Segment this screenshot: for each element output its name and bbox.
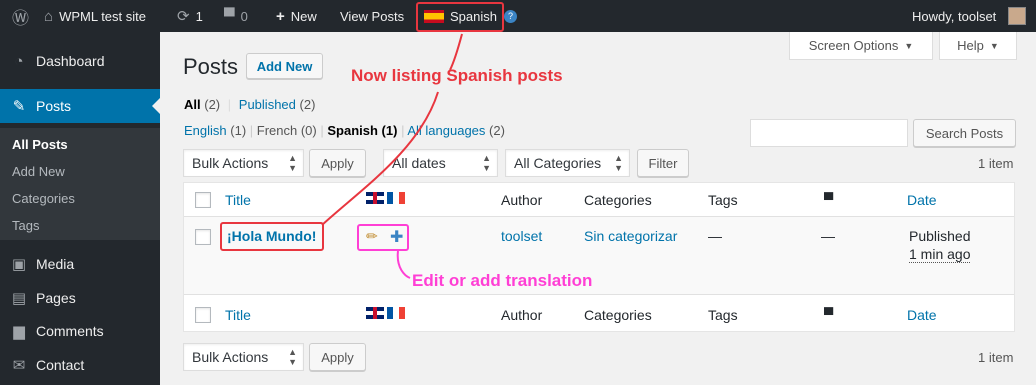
avatar — [1008, 7, 1027, 25]
lang-english[interactable]: English — [184, 123, 227, 138]
wpml-help-icon[interactable]: ? — [504, 0, 517, 32]
comments-value: — — [821, 228, 835, 244]
sidebar-item-posts[interactable]: ✎ Posts — [0, 89, 160, 123]
apply-button[interactable]: Apply — [309, 149, 366, 177]
post-date: 1 min ago — [909, 246, 971, 263]
uk-flag-icon — [366, 192, 384, 204]
france-flag-icon — [387, 307, 405, 319]
tags-value: — — [708, 228, 722, 244]
language-flags-header — [366, 192, 405, 204]
lang-french: French (0) — [256, 123, 317, 138]
posts-submenu: All Posts Add New Categories Tags — [0, 128, 160, 240]
media-icon: ▣ — [11, 256, 27, 273]
sidebar-item-contact[interactable]: ✉ Contact — [0, 348, 160, 382]
categories-column-header: Categories — [584, 192, 652, 208]
author-column-header: Author — [501, 192, 543, 208]
table-header: Title Author Categories Tags ▀ Date — [184, 183, 1014, 217]
help-button[interactable]: Help ▼ — [939, 32, 1017, 60]
select-arrow-icon: ▲ ▼ — [288, 347, 297, 367]
search-posts-button[interactable]: Search Posts — [913, 119, 1016, 147]
site-name-link[interactable]: ⌂ WPML test site — [44, 0, 146, 32]
date-column-header[interactable]: Date — [907, 192, 937, 208]
comments-link[interactable]: ▀ 0 — [224, 0, 248, 32]
submenu-add-new[interactable]: Add New — [12, 164, 65, 179]
translation-note: Edit or add translation — [412, 271, 593, 290]
sidebar-item-dashboard[interactable]: ◔ Dashboard — [0, 44, 160, 78]
lang-all[interactable]: All languages — [407, 123, 485, 138]
refresh-icon: ⟳ — [177, 8, 190, 25]
dates-select[interactable]: All dates ▲ ▼ — [383, 149, 498, 177]
status-filter: All (2) | Published (2) — [184, 97, 316, 112]
author-link[interactable]: toolset — [501, 228, 542, 244]
categories-select[interactable]: All Categories ▲ ▼ — [505, 149, 630, 177]
translation-icons-highlight — [357, 224, 409, 251]
tags-column-header: Tags — [708, 192, 738, 208]
tags-column-footer: Tags — [708, 307, 738, 323]
add-new-button[interactable]: Add New — [246, 53, 323, 79]
admin-bar: Ⓦ ⌂ WPML test site ⟳ 1 ▀ 0 + New View Posts … — [0, 0, 1036, 32]
comments-column-icon[interactable]: ▀ — [824, 307, 833, 322]
comments-column-icon[interactable]: ▀ — [824, 192, 833, 207]
apply-button-bottom[interactable]: Apply — [309, 343, 366, 371]
pages-icon: ▤ — [11, 290, 27, 307]
post-title-highlight — [220, 222, 324, 251]
select-all-checkbox-footer[interactable] — [195, 307, 211, 323]
categories-column-footer: Categories — [584, 307, 652, 323]
search-input[interactable] — [750, 119, 908, 147]
select-arrow-icon: ▲ ▼ — [288, 153, 297, 173]
plus-icon: + — [276, 7, 285, 25]
title-column-footer[interactable]: Title — [225, 307, 251, 323]
page-title: Posts — [183, 54, 239, 79]
filter-button[interactable]: Filter — [637, 149, 689, 177]
row-checkbox[interactable] — [195, 229, 211, 245]
item-count: 1 item — [978, 156, 1014, 171]
home-icon: ⌂ — [44, 7, 54, 25]
filter-published[interactable]: Published — [239, 97, 296, 112]
submenu-tags[interactable]: Tags — [12, 218, 39, 233]
filter-all[interactable]: All — [184, 97, 201, 112]
select-arrow-icon: ▲ ▼ — [614, 153, 623, 173]
lang-spanish[interactable]: Spanish (1) — [327, 123, 397, 138]
category-link[interactable]: Sin categorizar — [584, 228, 677, 244]
language-flags-footer — [366, 307, 405, 319]
language-switcher-highlight — [416, 2, 504, 32]
post-status: Published — [909, 228, 971, 244]
submenu-categories[interactable]: Categories — [12, 191, 75, 206]
current-arrow — [152, 98, 160, 114]
spanish-note: Now listing Spanish posts — [351, 66, 563, 85]
language-filter: English (1) | French (0) | Spanish (1) |… — [184, 123, 505, 138]
title-column-header[interactable]: Title — [225, 192, 251, 208]
posts-table: Title Author Categories Tags ▀ Date ¡Hol… — [183, 182, 1015, 332]
bulk-actions-select-bottom[interactable]: Bulk Actions ▲ ▼ — [183, 343, 304, 371]
account-menu[interactable]: Howdy, toolset — [912, 0, 1027, 32]
new-content-link[interactable]: + New — [276, 0, 317, 32]
pin-icon: ✎ — [12, 98, 26, 115]
select-arrow-icon: ▲ ▼ — [482, 153, 491, 173]
screen-options-button[interactable]: Screen Options ▼ — [789, 32, 933, 60]
wordpress-logo-icon[interactable]: Ⓦ — [12, 0, 29, 32]
table-footer: Title Author Categories Tags ▀ Date — [184, 296, 1014, 332]
admin-sidebar: ◔ Dashboard ✎ Posts All Posts Add New Cate… — [0, 32, 160, 385]
view-posts-link[interactable]: View Posts — [340, 0, 404, 32]
comment-icon: ▆ — [13, 323, 25, 340]
mail-icon: ✉ — [12, 357, 26, 374]
comment-bubble-icon: ▀ — [224, 7, 235, 25]
date-column-footer[interactable]: Date — [907, 307, 937, 323]
dashboard-icon: ◔ — [14, 52, 24, 70]
france-flag-icon — [387, 192, 405, 204]
uk-flag-icon — [366, 307, 384, 319]
item-count-bottom: 1 item — [978, 350, 1014, 365]
author-column-footer: Author — [501, 307, 543, 323]
select-all-checkbox[interactable] — [195, 192, 211, 208]
submenu-all-posts[interactable]: All Posts — [12, 137, 68, 152]
chevron-down-icon: ▼ — [904, 40, 914, 51]
sidebar-item-media[interactable]: ▣ Media — [0, 247, 160, 281]
sidebar-item-comments[interactable]: ▆ Comments — [0, 314, 160, 348]
sidebar-item-pages[interactable]: ▤ Pages — [0, 281, 160, 315]
chevron-down-icon: ▼ — [989, 40, 999, 51]
updates-link[interactable]: ⟳ 1 — [177, 0, 203, 32]
bulk-actions-select[interactable]: Bulk Actions ▲ ▼ — [183, 149, 304, 177]
